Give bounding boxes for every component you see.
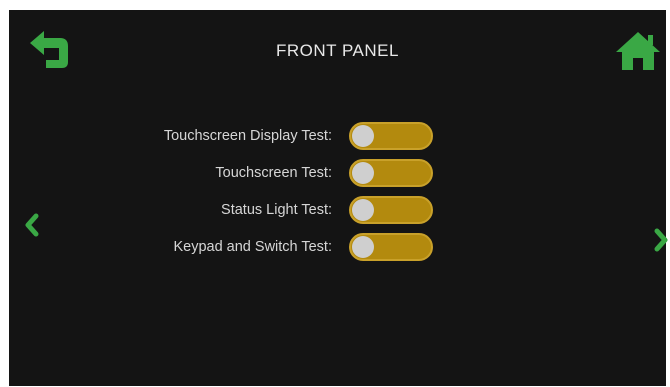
home-button[interactable] (612, 26, 664, 74)
test-row-touchscreen: Touchscreen Test: (9, 157, 666, 194)
toggle-knob (352, 162, 374, 184)
test-label: Touchscreen Display Test: (163, 128, 332, 144)
test-label: Touchscreen Test: (215, 165, 332, 181)
test-list: Touchscreen Display Test: Touchscreen Te… (9, 120, 666, 268)
test-label: Keypad and Switch Test: (173, 239, 332, 255)
toggle-knob (352, 236, 374, 258)
touchscreen-test-toggle[interactable] (349, 159, 433, 187)
home-icon (616, 32, 660, 70)
touchscreen-display-test-toggle[interactable] (349, 122, 433, 150)
test-row-keypad-switch: Keypad and Switch Test: (9, 231, 666, 268)
test-label: Status Light Test: (221, 202, 332, 218)
toggle-knob (352, 125, 374, 147)
status-light-test-toggle[interactable] (349, 196, 433, 224)
toggle-knob (352, 199, 374, 221)
test-row-touchscreen-display: Touchscreen Display Test: (9, 120, 666, 157)
keypad-and-switch-test-toggle[interactable] (349, 233, 433, 261)
front-panel-screen: FRONT PANEL Touchscreen Display Test: To… (9, 10, 668, 386)
page-title: FRONT PANEL (276, 41, 399, 60)
test-row-status-light: Status Light Test: (9, 194, 666, 231)
